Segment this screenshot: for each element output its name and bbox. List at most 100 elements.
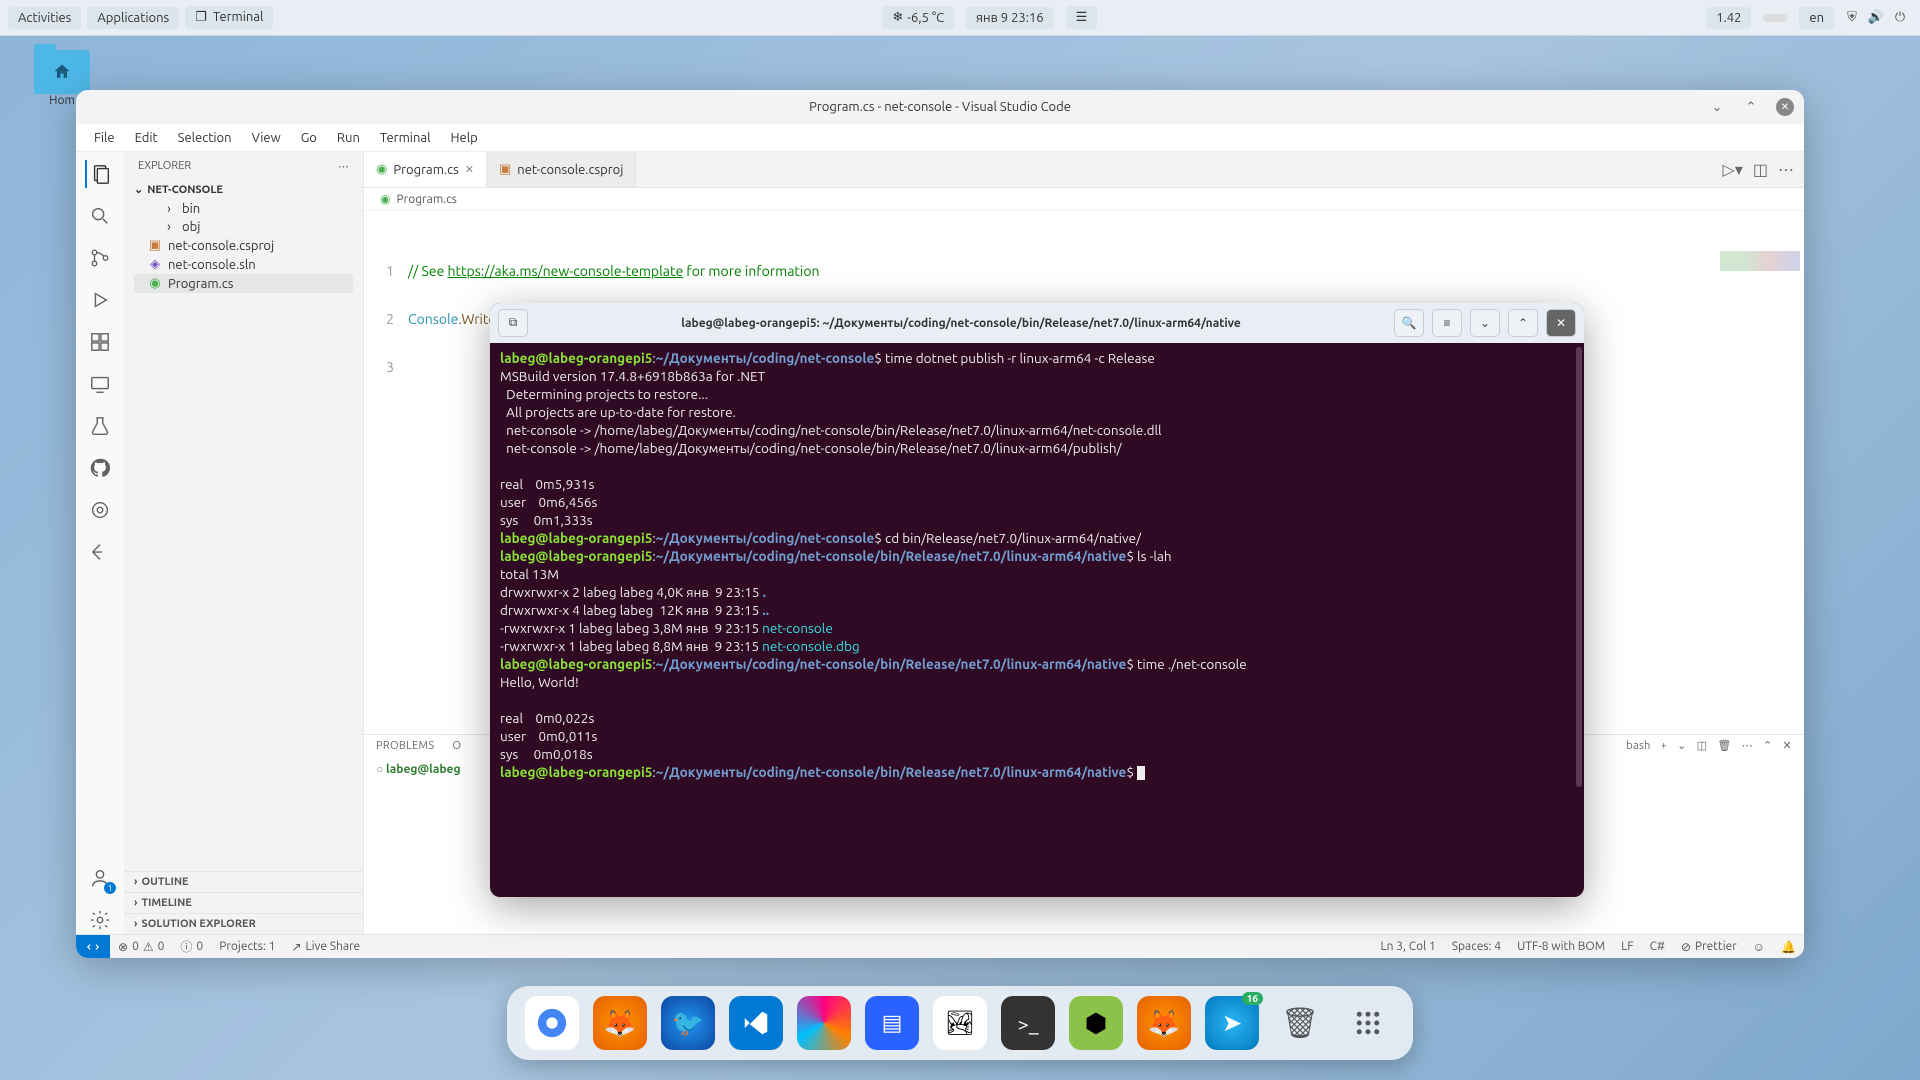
cursor-position[interactable]: Ln 3, Col 1 (1373, 940, 1444, 953)
terminal-scrollbar[interactable] (1576, 347, 1582, 787)
breadcrumb[interactable]: ◉Program.cs (364, 188, 1804, 211)
menu-terminal[interactable]: Terminal (370, 131, 441, 145)
minimize-icon[interactable]: ⌄ (1708, 98, 1726, 116)
volume-icon[interactable]: 🔊 (1867, 9, 1885, 27)
close-icon[interactable]: ✕ (1776, 98, 1794, 116)
menu-run[interactable]: Run (327, 131, 370, 145)
new-tab-button[interactable]: ⧉ (498, 309, 528, 337)
terminal-more-icon[interactable]: ⋯ (1742, 739, 1753, 752)
maximize-icon[interactable]: ⌃ (1742, 98, 1760, 116)
focused-app-button[interactable]: ❐Terminal (185, 6, 273, 29)
project-header[interactable]: ⌄NET-CONSOLE (124, 179, 363, 200)
dock-thunderbird[interactable]: 🐦 (661, 996, 715, 1050)
search-icon[interactable] (86, 202, 114, 230)
split-editor-icon[interactable]: ◫ (1753, 160, 1768, 179)
menu-edit[interactable]: Edit (125, 131, 168, 145)
language-mode[interactable]: C# (1642, 940, 1673, 953)
test-icon[interactable] (86, 412, 114, 440)
clock-indicator[interactable]: янв 9 23:16 (966, 7, 1054, 29)
split-terminal-icon[interactable]: ◫ (1697, 739, 1708, 752)
vscode-titlebar[interactable]: Program.cs - net-console - Visual Studio… (76, 90, 1804, 124)
tree-file-program[interactable]: ◉Program.cs (134, 274, 353, 293)
dock-telegram[interactable]: ➤16 (1205, 996, 1259, 1050)
dock-apps-grid[interactable] (1341, 996, 1395, 1050)
activities-button[interactable]: Activities (8, 7, 81, 29)
tree-folder-bin[interactable]: ›bin (134, 200, 353, 218)
dock-notes[interactable]: ▤ (865, 996, 919, 1050)
dock-bleachbit[interactable]: ⬢ (1069, 996, 1123, 1050)
extensions-icon[interactable] (86, 328, 114, 356)
explorer-icon[interactable] (85, 160, 113, 188)
power-icon[interactable]: ⏻ (1891, 9, 1909, 27)
terminal-dropdown-icon[interactable]: ⌄ (1677, 739, 1687, 752)
dock-vscode[interactable] (729, 996, 783, 1050)
eol[interactable]: LF (1613, 940, 1641, 953)
editor-more-icon[interactable]: ⋯ (1778, 160, 1794, 179)
terminal-titlebar[interactable]: ⧉ labeg@labeg-orangepi5: ~/Документы/cod… (490, 303, 1584, 343)
timeline-section[interactable]: ›TIMELINE (124, 892, 363, 913)
menu-selection[interactable]: Selection (168, 131, 242, 145)
terminal-minimize-icon[interactable]: ⌄ (1470, 309, 1500, 337)
liveshare-icon[interactable] (86, 538, 114, 566)
remote-explorer-icon[interactable] (86, 370, 114, 398)
minimap[interactable] (1720, 251, 1800, 271)
shield-icon[interactable]: ⛨ (1843, 9, 1861, 27)
terminal-maximize-icon[interactable]: ⌃ (1508, 309, 1538, 337)
menu-help[interactable]: Help (440, 131, 487, 145)
maximize-panel-icon[interactable]: ⌃ (1763, 739, 1773, 752)
menu-file[interactable]: File (84, 131, 125, 145)
accounts-icon[interactable]: 1 (86, 864, 114, 892)
run-debug-icon[interactable] (86, 286, 114, 314)
source-control-icon[interactable] (86, 244, 114, 272)
dock-photos[interactable]: 🏞 (933, 996, 987, 1050)
solution-section[interactable]: ›SOLUTION EXPLORER (124, 913, 363, 934)
dock-chromium[interactable] (525, 996, 579, 1050)
terminal-body[interactable]: labeg@labeg-orangepi5:~/Документы/coding… (490, 343, 1584, 897)
output-tab[interactable]: O (452, 740, 461, 752)
color-indicator[interactable] (1763, 14, 1787, 22)
liveshare-status[interactable]: ↗ Live Share (283, 940, 368, 954)
close-panel-icon[interactable]: ✕ (1782, 739, 1792, 752)
tree-file-csproj[interactable]: ▣net-console.csproj (134, 236, 353, 255)
tree-folder-obj[interactable]: ›obj (134, 218, 353, 236)
settings-gear-icon[interactable] (86, 906, 114, 934)
system-load[interactable]: 1.42 (1706, 7, 1751, 29)
tab-csproj[interactable]: ▣net-console.csproj (487, 152, 636, 187)
notifications-button[interactable]: ☰ (1066, 6, 1098, 29)
errors-count[interactable]: ⊗ 0 ⚠ 0 (110, 940, 172, 954)
csharp-file-icon: ◉ (148, 276, 162, 291)
indentation[interactable]: Spaces: 4 (1444, 940, 1509, 953)
explorer-more-icon[interactable]: ⋯ (338, 160, 349, 173)
problems-tab[interactable]: PROBLEMS (376, 740, 434, 752)
dock-firefox[interactable]: 🦊 (593, 996, 647, 1050)
terminal-search-icon[interactable]: 🔍 (1394, 309, 1424, 337)
menu-go[interactable]: Go (291, 131, 327, 145)
dock-trash[interactable]: 🗑 (1273, 996, 1327, 1050)
kill-terminal-icon[interactable]: 🗑 (1717, 739, 1731, 752)
remote-indicator[interactable] (76, 935, 110, 958)
messages-count[interactable]: ⓘ 0 (172, 938, 211, 955)
dock-krita[interactable] (797, 996, 851, 1050)
notifications-icon[interactable]: 🔔 (1773, 940, 1804, 954)
keyboard-layout[interactable]: en (1799, 7, 1834, 29)
outline-section[interactable]: ›OUTLINE (124, 871, 363, 892)
new-terminal-icon[interactable]: + (1661, 740, 1668, 752)
menu-view[interactable]: View (242, 131, 291, 145)
tab-program-cs[interactable]: ◉Program.cs✕ (364, 152, 487, 187)
terminal-shell-label[interactable]: bash (1626, 740, 1650, 752)
applications-button[interactable]: Applications (87, 7, 179, 29)
gitlens-icon[interactable] (86, 496, 114, 524)
dock-firefox-2[interactable]: 🦊 (1137, 996, 1191, 1050)
prettier-status[interactable]: ⊘ Prettier (1673, 940, 1745, 954)
encoding[interactable]: UTF-8 with BOM (1509, 940, 1613, 953)
terminal-close-icon[interactable]: ✕ (1546, 309, 1576, 337)
feedback-icon[interactable]: ☺ (1745, 940, 1773, 954)
tree-file-sln[interactable]: ◈net-console.sln (134, 255, 353, 274)
run-button[interactable]: ▷▾ (1723, 160, 1743, 179)
weather-indicator[interactable]: ❄-6,5 °C (882, 6, 954, 29)
tab-close-icon[interactable]: ✕ (465, 163, 474, 176)
dock-terminal[interactable]: >_ (1001, 996, 1055, 1050)
terminal-menu-icon[interactable]: ≡ (1432, 309, 1462, 337)
projects-count[interactable]: Projects: 1 (211, 940, 283, 953)
github-icon[interactable] (86, 454, 114, 482)
